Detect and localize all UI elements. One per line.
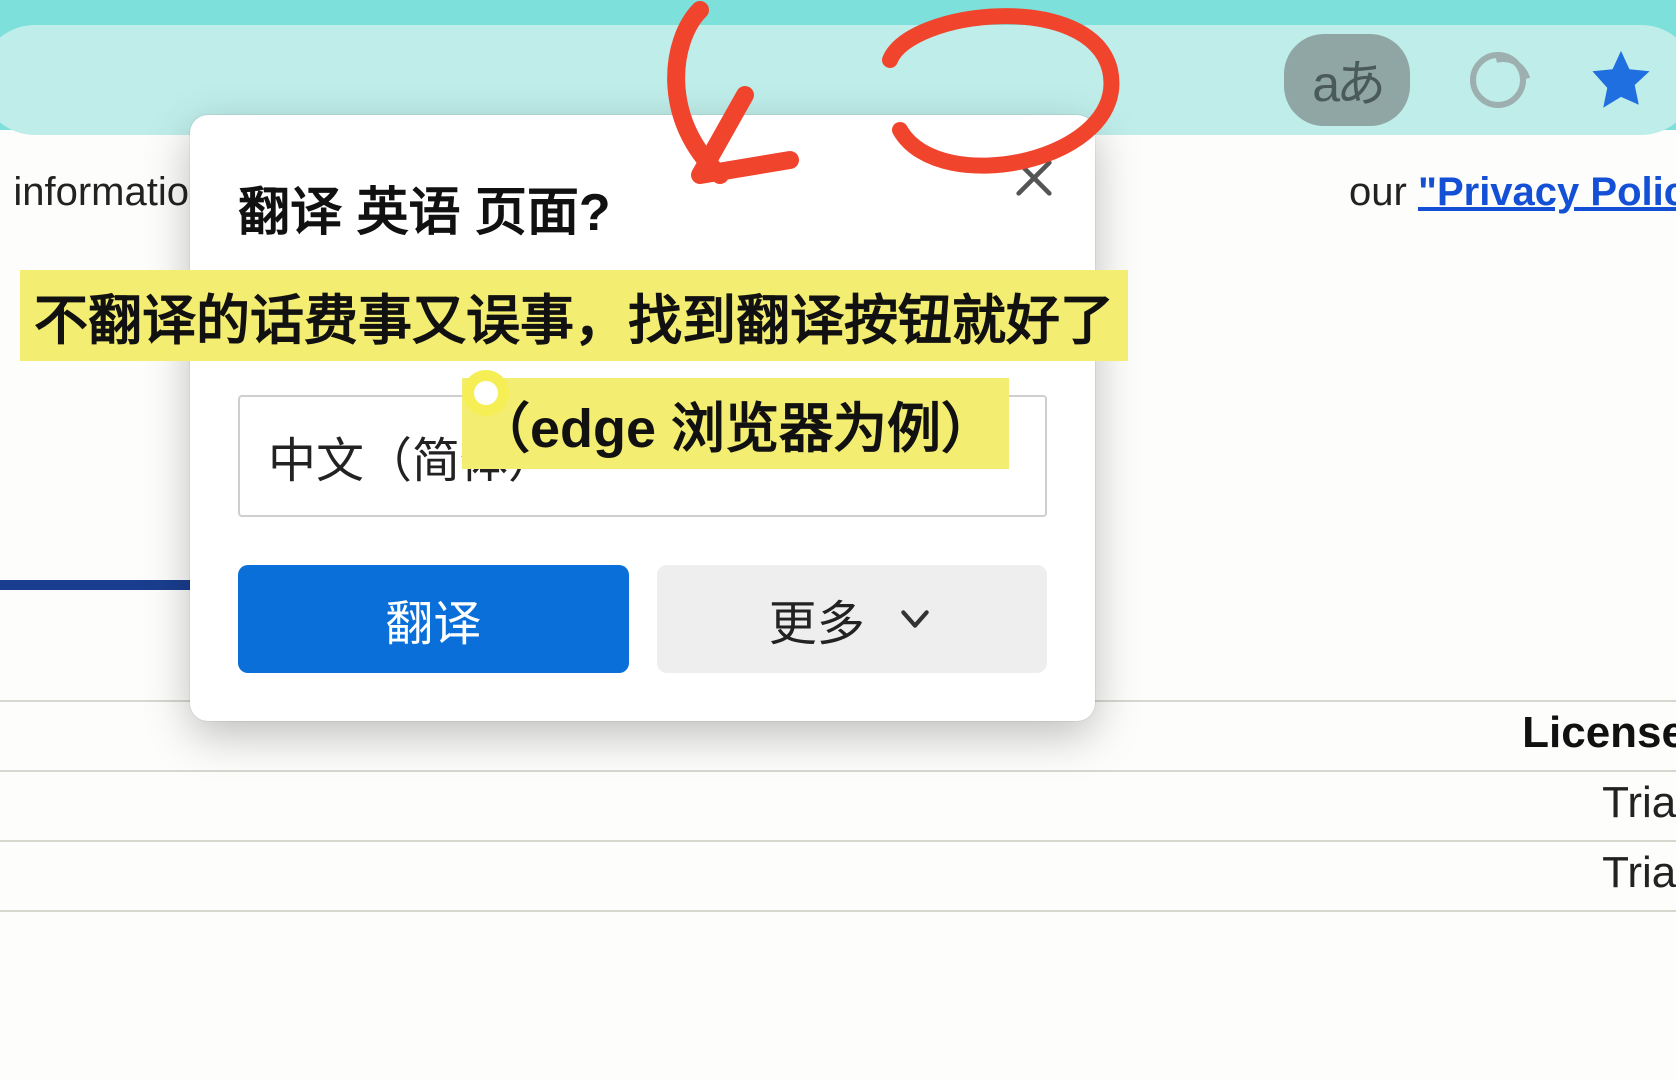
table-row: Trial (0, 770, 1676, 840)
table-cell-license: Trial (1602, 848, 1676, 898)
info-text-prefix: our (1349, 170, 1418, 214)
translate-glyph-icon: aあ (1312, 44, 1382, 116)
table-header-license: License (1522, 708, 1676, 758)
favorite-star-icon[interactable] (1586, 45, 1656, 115)
translate-button-label: 翻译 (385, 584, 481, 654)
close-icon (1011, 155, 1057, 201)
tutorial-highlight-line2: （edge 浏览器为例） (462, 378, 1009, 469)
chevron-down-icon (895, 599, 935, 639)
info-text-right: our "Privacy Polic (1349, 170, 1676, 215)
tutorial-highlight-line1: 不翻译的话费事又误事，找到翻译按钮就好了 (20, 270, 1128, 361)
info-text-left: d information (0, 170, 211, 215)
translate-button[interactable]: 翻译 (238, 565, 629, 673)
translate-icon-button[interactable]: aあ (1284, 34, 1410, 126)
table-row: Trial (0, 840, 1676, 910)
popup-button-row: 翻译 更多 (238, 565, 1047, 673)
license-table: License Trial Trial (0, 700, 1676, 980)
close-button[interactable] (1011, 155, 1057, 201)
extension-icon[interactable] (1470, 52, 1526, 108)
more-button[interactable]: 更多 (657, 565, 1048, 673)
table-row (0, 910, 1676, 980)
privacy-policy-link[interactable]: "Privacy Polic (1418, 170, 1676, 214)
more-button-label: 更多 (769, 584, 865, 654)
tutorial-pointer-dot (463, 370, 509, 416)
table-cell-license: Trial (1602, 778, 1676, 828)
translate-popup-title: 翻译 英语 页面? (238, 170, 1047, 245)
